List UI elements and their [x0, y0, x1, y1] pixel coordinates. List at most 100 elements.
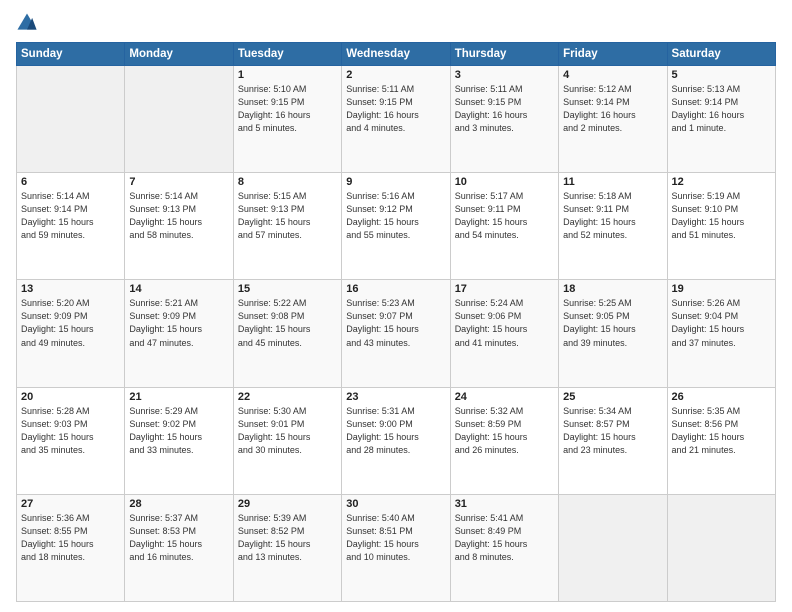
calendar-day-cell: 4Sunrise: 5:12 AM Sunset: 9:14 PM Daylig… — [559, 66, 667, 173]
calendar-day-cell: 6 Sunrise: 5:14 AM Sunset: 9:14 PM Daylig… — [17, 173, 125, 280]
day-number: 28 — [129, 498, 228, 510]
day-number: 7 — [129, 176, 228, 188]
day-number: 4 — [563, 69, 662, 81]
calendar-day-cell: 7 Sunrise: 5:14 AM Sunset: 9:13 PM Daylig… — [125, 173, 233, 280]
day-info: Sunrise: 5:25 AM Sunset: 9:05 PM Dayligh… — [563, 297, 662, 349]
day-info: Sunrise: 5:37 AM Sunset: 8:53 PM Dayligh… — [129, 512, 228, 564]
day-number: 1 — [238, 69, 337, 81]
calendar-week-row: 20 Sunrise: 5:28 AM Sunset: 9:03 PM Dayli… — [17, 387, 776, 494]
day-info: Sunrise: 5:23 AM Sunset: 9:07 PM Dayligh… — [346, 297, 445, 349]
day-info: Sunrise: 5:31 AM Sunset: 9:00 PM Dayligh… — [346, 405, 445, 457]
day-number: 16 — [346, 283, 445, 295]
day-header-monday: Monday — [125, 43, 233, 66]
calendar-day-cell: 21 Sunrise: 5:29 AM Sunset: 9:02 PM Dayli… — [125, 387, 233, 494]
calendar-day-cell: 5 Sunrise: 5:13 AM Sunset: 9:14 PM Daylig… — [667, 66, 775, 173]
day-number: 5 — [672, 69, 771, 81]
day-number: 31 — [455, 498, 554, 510]
day-info: Sunrise: 5:24 AM Sunset: 9:06 PM Dayligh… — [455, 297, 554, 349]
day-info: Sunrise: 5:22 AM Sunset: 9:08 PM Dayligh… — [238, 297, 337, 349]
day-info: Sunrise: 5:17 AM Sunset: 9:11 PM Dayligh… — [455, 190, 554, 242]
day-number: 19 — [672, 283, 771, 295]
calendar-day-cell: 19 Sunrise: 5:26 AM Sunset: 9:04 PM Dayli… — [667, 280, 775, 387]
day-info: Sunrise: 5:15 AM Sunset: 9:13 PM Dayligh… — [238, 190, 337, 242]
calendar-week-row: 27 Sunrise: 5:36 AM Sunset: 8:55 PM Dayli… — [17, 494, 776, 601]
calendar-day-cell — [559, 494, 667, 601]
day-info: Sunrise: 5:14 AM Sunset: 9:14 PM Dayligh… — [21, 190, 120, 242]
day-info: Sunrise: 5:11 AM Sunset: 9:15 PM Dayligh… — [346, 83, 445, 135]
day-number: 8 — [238, 176, 337, 188]
day-number: 29 — [238, 498, 337, 510]
day-number: 24 — [455, 391, 554, 403]
calendar-header-row: SundayMondayTuesdayWednesdayThursdayFrid… — [17, 43, 776, 66]
day-info: Sunrise: 5:13 AM Sunset: 9:14 PM Dayligh… — [672, 83, 771, 135]
day-info: Sunrise: 5:30 AM Sunset: 9:01 PM Dayligh… — [238, 405, 337, 457]
calendar-day-cell: 31 Sunrise: 5:41 AM Sunset: 8:49 PM Dayli… — [450, 494, 558, 601]
calendar-day-cell: 14Sunrise: 5:21 AM Sunset: 9:09 PM Dayli… — [125, 280, 233, 387]
day-info: Sunrise: 5:28 AM Sunset: 9:03 PM Dayligh… — [21, 405, 120, 457]
day-info: Sunrise: 5:18 AM Sunset: 9:11 PM Dayligh… — [563, 190, 662, 242]
day-info: Sunrise: 5:21 AM Sunset: 9:09 PM Dayligh… — [129, 297, 228, 349]
calendar-week-row: 6 Sunrise: 5:14 AM Sunset: 9:14 PM Daylig… — [17, 173, 776, 280]
calendar-day-cell — [125, 66, 233, 173]
day-number: 30 — [346, 498, 445, 510]
day-number: 11 — [563, 176, 662, 188]
day-number: 27 — [21, 498, 120, 510]
day-number: 21 — [129, 391, 228, 403]
calendar-day-cell: 24Sunrise: 5:32 AM Sunset: 8:59 PM Dayli… — [450, 387, 558, 494]
logo — [16, 12, 42, 34]
day-number: 20 — [21, 391, 120, 403]
day-info: Sunrise: 5:29 AM Sunset: 9:02 PM Dayligh… — [129, 405, 228, 457]
calendar-day-cell: 13Sunrise: 5:20 AM Sunset: 9:09 PM Dayli… — [17, 280, 125, 387]
logo-icon — [16, 12, 38, 34]
calendar-table: SundayMondayTuesdayWednesdayThursdayFrid… — [16, 42, 776, 602]
day-info: Sunrise: 5:36 AM Sunset: 8:55 PM Dayligh… — [21, 512, 120, 564]
header — [16, 12, 776, 34]
day-info: Sunrise: 5:34 AM Sunset: 8:57 PM Dayligh… — [563, 405, 662, 457]
calendar-day-cell: 16 Sunrise: 5:23 AM Sunset: 9:07 PM Dayli… — [342, 280, 450, 387]
day-info: Sunrise: 5:14 AM Sunset: 9:13 PM Dayligh… — [129, 190, 228, 242]
day-header-wednesday: Wednesday — [342, 43, 450, 66]
day-number: 26 — [672, 391, 771, 403]
calendar-day-cell: 11 Sunrise: 5:18 AM Sunset: 9:11 PM Dayli… — [559, 173, 667, 280]
calendar-week-row: 1 Sunrise: 5:10 AM Sunset: 9:15 PM Daylig… — [17, 66, 776, 173]
calendar-day-cell: 18Sunrise: 5:25 AM Sunset: 9:05 PM Dayli… — [559, 280, 667, 387]
calendar-day-cell — [17, 66, 125, 173]
day-number: 17 — [455, 283, 554, 295]
calendar-day-cell: 3Sunrise: 5:11 AM Sunset: 9:15 PM Daylig… — [450, 66, 558, 173]
calendar-day-cell: 1 Sunrise: 5:10 AM Sunset: 9:15 PM Daylig… — [233, 66, 341, 173]
calendar-day-cell: 20 Sunrise: 5:28 AM Sunset: 9:03 PM Dayli… — [17, 387, 125, 494]
calendar-day-cell: 27 Sunrise: 5:36 AM Sunset: 8:55 PM Dayli… — [17, 494, 125, 601]
calendar-day-cell: 15 Sunrise: 5:22 AM Sunset: 9:08 PM Dayli… — [233, 280, 341, 387]
calendar-day-cell: 10 Sunrise: 5:17 AM Sunset: 9:11 PM Dayli… — [450, 173, 558, 280]
day-info: Sunrise: 5:40 AM Sunset: 8:51 PM Dayligh… — [346, 512, 445, 564]
day-number: 10 — [455, 176, 554, 188]
day-header-sunday: Sunday — [17, 43, 125, 66]
day-info: Sunrise: 5:35 AM Sunset: 8:56 PM Dayligh… — [672, 405, 771, 457]
day-header-friday: Friday — [559, 43, 667, 66]
day-info: Sunrise: 5:26 AM Sunset: 9:04 PM Dayligh… — [672, 297, 771, 349]
calendar-day-cell: 17 Sunrise: 5:24 AM Sunset: 9:06 PM Dayli… — [450, 280, 558, 387]
day-info: Sunrise: 5:39 AM Sunset: 8:52 PM Dayligh… — [238, 512, 337, 564]
day-header-thursday: Thursday — [450, 43, 558, 66]
day-number: 23 — [346, 391, 445, 403]
day-number: 6 — [21, 176, 120, 188]
calendar-day-cell: 2 Sunrise: 5:11 AM Sunset: 9:15 PM Daylig… — [342, 66, 450, 173]
page-container: SundayMondayTuesdayWednesdayThursdayFrid… — [0, 0, 792, 612]
calendar-day-cell: 30 Sunrise: 5:40 AM Sunset: 8:51 PM Dayli… — [342, 494, 450, 601]
calendar-week-row: 13Sunrise: 5:20 AM Sunset: 9:09 PM Dayli… — [17, 280, 776, 387]
calendar-day-cell: 9Sunrise: 5:16 AM Sunset: 9:12 PM Daylig… — [342, 173, 450, 280]
calendar-day-cell: 29 Sunrise: 5:39 AM Sunset: 8:52 PM Dayli… — [233, 494, 341, 601]
day-header-tuesday: Tuesday — [233, 43, 341, 66]
day-number: 2 — [346, 69, 445, 81]
day-number: 9 — [346, 176, 445, 188]
calendar-day-cell: 25Sunrise: 5:34 AM Sunset: 8:57 PM Dayli… — [559, 387, 667, 494]
day-number: 12 — [672, 176, 771, 188]
day-header-saturday: Saturday — [667, 43, 775, 66]
day-number: 15 — [238, 283, 337, 295]
calendar-day-cell: 28 Sunrise: 5:37 AM Sunset: 8:53 PM Dayli… — [125, 494, 233, 601]
day-number: 3 — [455, 69, 554, 81]
day-info: Sunrise: 5:10 AM Sunset: 9:15 PM Dayligh… — [238, 83, 337, 135]
day-info: Sunrise: 5:41 AM Sunset: 8:49 PM Dayligh… — [455, 512, 554, 564]
calendar-day-cell: 26 Sunrise: 5:35 AM Sunset: 8:56 PM Dayli… — [667, 387, 775, 494]
calendar-day-cell: 8 Sunrise: 5:15 AM Sunset: 9:13 PM Daylig… — [233, 173, 341, 280]
